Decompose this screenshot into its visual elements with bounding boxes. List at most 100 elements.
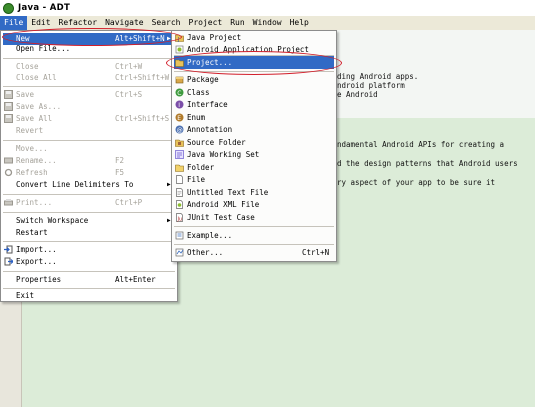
xml-file-icon [176, 200, 183, 209]
menu-edit[interactable]: Edit [27, 16, 54, 30]
import-icon [4, 245, 13, 254]
welcome-text: ndamental Android APIs for creating a [337, 140, 505, 149]
menu-item-label: File [187, 175, 206, 184]
title-bar: Java - ADT [0, 0, 535, 16]
new-item-android-xml-file[interactable]: Android XML File [172, 199, 336, 211]
new-item-other[interactable]: Other... Ctrl+N [172, 247, 336, 259]
new-item-folder[interactable]: Folder [172, 162, 336, 174]
menu-item-print[interactable]: Print... Ctrl+P [1, 197, 177, 209]
menu-item-label: Move... [16, 144, 48, 153]
menu-item-label: Close All [16, 73, 57, 82]
menu-item-convert-line-delimiters[interactable]: Convert Line Delimiters To ▶ [1, 179, 177, 191]
menu-item-label: Save As... [16, 102, 62, 111]
working-set-icon [175, 150, 184, 159]
menu-separator [3, 58, 175, 59]
menu-item-close-all[interactable]: Close All Ctrl+Shift+W [1, 72, 177, 84]
new-item-source-folder[interactable]: Source Folder [172, 137, 336, 149]
menu-item-rename[interactable]: Rename... F2 [1, 155, 177, 167]
menu-item-label: Export... [16, 257, 57, 266]
android-app-icon [175, 45, 184, 54]
text-file-icon [176, 188, 183, 197]
source-folder-icon [175, 139, 184, 147]
save-all-icon [4, 114, 13, 123]
menu-item-label: Save All [16, 114, 53, 123]
menu-item-accel: Alt+Enter [115, 275, 156, 284]
menu-item-label: Annotation [187, 125, 233, 134]
menu-item-label: Save [16, 90, 35, 99]
menu-item-refresh[interactable]: Refresh F5 [1, 167, 177, 179]
new-item-annotation[interactable]: @ Annotation [172, 124, 336, 136]
export-icon [4, 257, 13, 266]
welcome-text: d the design patterns that Android users [337, 159, 518, 168]
file-icon [176, 175, 183, 184]
new-item-example[interactable]: Example... [172, 230, 336, 242]
window-title: Java - ADT [18, 3, 71, 13]
new-item-java-project[interactable]: J Java Project [172, 32, 336, 44]
menu-item-save-all[interactable]: Save All Ctrl+Shift+S [1, 113, 177, 125]
example-icon [175, 231, 184, 240]
menu-search[interactable]: Search [148, 16, 185, 30]
new-item-untitled-text-file[interactable]: Untitled Text File [172, 187, 336, 199]
menu-help[interactable]: Help [286, 16, 313, 30]
package-icon [175, 76, 184, 84]
refresh-icon [4, 168, 13, 177]
new-item-junit-test-case[interactable]: Ju JUnit Test Case [172, 212, 336, 224]
menu-item-label: JUnit Test Case [187, 213, 255, 222]
menu-file[interactable]: File [0, 16, 28, 30]
menu-item-save-as[interactable]: Save As... [1, 101, 177, 113]
new-item-interface[interactable]: I Interface [172, 99, 336, 111]
menu-item-accel: Ctrl+P [115, 198, 143, 207]
new-item-file[interactable]: File [172, 174, 336, 186]
junit-icon: Ju [176, 213, 183, 223]
menu-item-label: Class [187, 88, 210, 97]
welcome-text: e Android [337, 90, 378, 99]
menu-item-properties[interactable]: Properties Alt+Enter [1, 274, 177, 286]
menu-item-exit[interactable]: Exit [1, 290, 177, 302]
menu-window[interactable]: Window [249, 16, 286, 30]
menu-item-accel: Ctrl+S [115, 90, 143, 99]
menu-project[interactable]: Project [185, 16, 227, 30]
svg-text:C: C [177, 90, 181, 97]
svg-text:E: E [177, 115, 181, 122]
menu-item-label: Interface [187, 100, 228, 109]
new-item-java-working-set[interactable]: Java Working Set [172, 149, 336, 161]
new-item-class[interactable]: C Class [172, 87, 336, 99]
menu-item-save[interactable]: Save Ctrl+S [1, 89, 177, 101]
svg-text:Ju: Ju [177, 217, 183, 223]
menu-item-label: Untitled Text File [187, 188, 269, 197]
menu-item-label: Java Working Set [187, 150, 260, 159]
new-item-package[interactable]: Package [172, 74, 336, 86]
menu-item-label: Refresh [16, 168, 48, 177]
menu-item-accel: Ctrl+Shift+W [115, 73, 170, 82]
menu-separator [3, 194, 175, 195]
menu-item-move[interactable]: Move... [1, 143, 177, 155]
menu-item-restart[interactable]: Restart [1, 227, 177, 239]
new-item-enum[interactable]: E Enum [172, 112, 336, 124]
menu-item-label: Enum [187, 113, 206, 122]
interface-icon: I [175, 100, 184, 109]
menu-separator [3, 288, 175, 289]
menu-item-label: Revert [16, 126, 44, 135]
menu-item-label: Convert Line Delimiters To [16, 180, 134, 189]
adt-app-icon [3, 2, 14, 14]
menu-item-revert[interactable]: Revert [1, 125, 177, 137]
menu-item-label: Rename... [16, 156, 57, 165]
menu-item-import[interactable]: Import... [1, 244, 177, 256]
class-icon: C [175, 88, 184, 97]
welcome-text: ry aspect of your app to be sure it [337, 178, 496, 187]
menu-item-label: Print... [16, 198, 53, 207]
menu-item-export[interactable]: Export... [1, 256, 177, 268]
save-as-icon [4, 102, 13, 111]
menu-item-accel: F5 [115, 168, 125, 177]
menu-item-switch-workspace[interactable]: Switch Workspace ▶ [1, 215, 177, 227]
menu-item-label: Folder [187, 163, 215, 172]
annotation-oval-project [166, 51, 342, 75]
menu-separator [174, 226, 334, 227]
menu-run[interactable]: Run [226, 16, 248, 30]
welcome-text: ding Android apps. [337, 72, 419, 81]
enum-icon: E [175, 113, 184, 122]
svg-text:I: I [178, 102, 180, 109]
file-menu: New Alt+Shift+N ▶ Open File... Close Ctr… [0, 30, 178, 302]
folder-icon [175, 164, 184, 172]
menu-item-label: Import... [16, 245, 57, 254]
